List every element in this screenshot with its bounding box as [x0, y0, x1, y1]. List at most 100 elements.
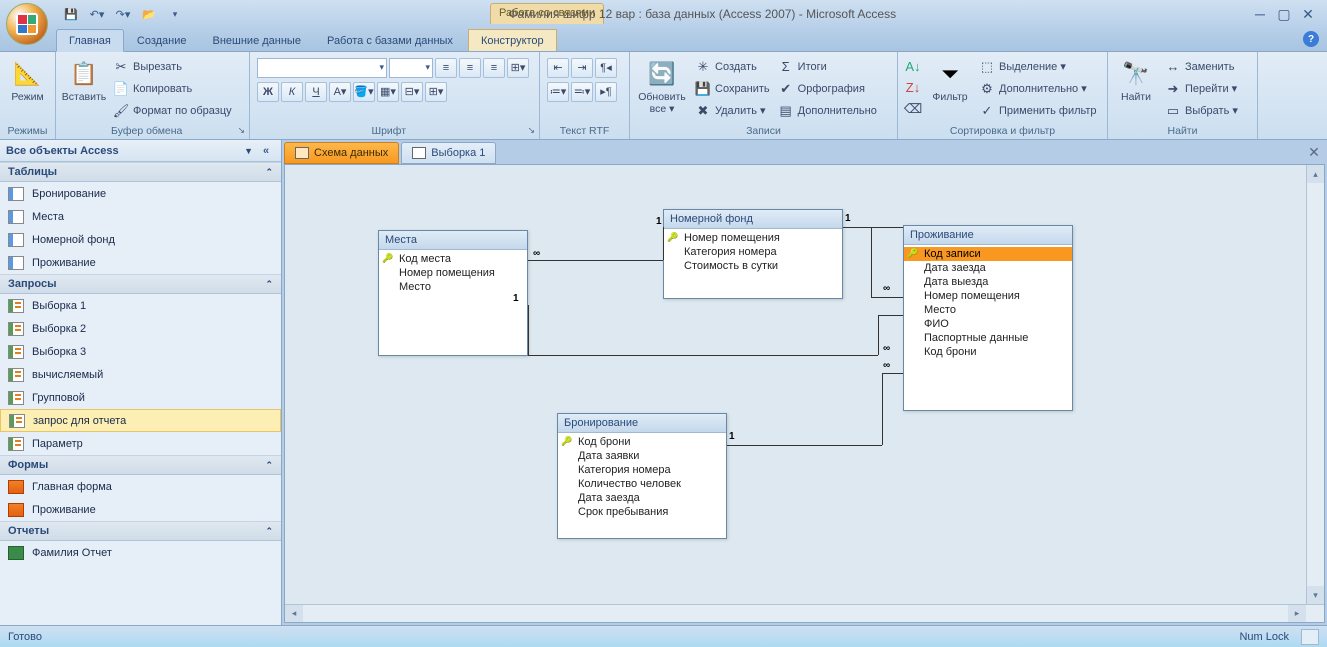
gridlines-button[interactable]: ⊞▾: [507, 58, 529, 78]
nav-item[interactable]: Бронирование: [0, 182, 281, 205]
table-field[interactable]: Дата заявки: [558, 449, 726, 463]
align-left-button[interactable]: ≡: [435, 58, 457, 78]
goto-button[interactable]: ➜Перейти ▾: [1162, 78, 1241, 99]
save-record-button[interactable]: 💾Сохранить: [692, 78, 773, 99]
horizontal-scrollbar[interactable]: [285, 604, 1324, 622]
bold-button[interactable]: Ж: [257, 82, 279, 102]
minimize-button[interactable]: ─: [1251, 6, 1269, 22]
nav-item[interactable]: Выборка 1: [0, 294, 281, 317]
help-icon[interactable]: ?: [1303, 31, 1319, 47]
table-title[interactable]: Номерной фонд: [664, 210, 842, 229]
undo-icon[interactable]: ↶▾: [86, 3, 108, 25]
clear-sort-button[interactable]: ⌫: [902, 98, 924, 119]
table-field[interactable]: Код брони: [558, 435, 726, 449]
nav-item[interactable]: запрос для отчета: [0, 409, 281, 432]
doc-tab-schema[interactable]: Схема данных: [284, 142, 399, 164]
nav-item[interactable]: Номерной фонд: [0, 228, 281, 251]
cut-button[interactable]: ✂Вырезать: [110, 56, 235, 77]
table-field[interactable]: Дата заезда: [558, 491, 726, 505]
table-field[interactable]: Паспортные данные: [904, 331, 1072, 345]
spelling-button[interactable]: ✔Орфография: [775, 78, 880, 99]
nav-item[interactable]: вычисляемый: [0, 363, 281, 386]
view-button[interactable]: 📐Режим: [4, 56, 51, 122]
open-icon[interactable]: 📂: [138, 3, 160, 25]
sort-asc-button[interactable]: A↓: [902, 56, 924, 77]
table-field[interactable]: Номер помещения: [904, 289, 1072, 303]
table-box[interactable]: Номерной фонд Номер помещенияКатегория но…: [663, 209, 843, 299]
nav-item[interactable]: Проживание: [0, 498, 281, 521]
indent-dec-button[interactable]: ⇤: [547, 58, 569, 78]
font-name-combo[interactable]: [257, 58, 387, 78]
sort-desc-button[interactable]: Z↓: [902, 77, 924, 98]
filter-button[interactable]: ⏷Фильтр: [926, 56, 974, 122]
vertical-scrollbar[interactable]: [1306, 165, 1324, 604]
nav-item[interactable]: Выборка 2: [0, 317, 281, 340]
close-button[interactable]: ✕: [1299, 6, 1317, 22]
table-field[interactable]: Категория номера: [664, 245, 842, 259]
table-title[interactable]: Проживание: [904, 226, 1072, 245]
align-center-button[interactable]: ≡: [459, 58, 481, 78]
table-box[interactable]: ПроживаниеКод записиДата заездаДата выез…: [903, 225, 1073, 411]
bullets-button[interactable]: ≔▾: [547, 82, 569, 102]
advanced-filter-button[interactable]: ⚙Дополнительно ▾: [976, 78, 1100, 99]
table-field[interactable]: Дата заезда: [904, 261, 1072, 275]
italic-button[interactable]: К: [281, 82, 303, 102]
numbering-button[interactable]: ≕▾: [571, 82, 593, 102]
find-button[interactable]: 🔭Найти: [1112, 56, 1160, 122]
grid-color-button[interactable]: ▦▾: [377, 82, 399, 102]
nav-item[interactable]: Проживание: [0, 251, 281, 274]
font-color-button[interactable]: A▾: [329, 82, 351, 102]
tab-external-data[interactable]: Внешние данные: [200, 29, 314, 51]
table-field[interactable]: Номер помещения: [379, 266, 527, 280]
more-button[interactable]: ▤Дополнительно: [775, 100, 880, 121]
save-icon[interactable]: 💾: [60, 3, 82, 25]
toggle-filter-button[interactable]: ✓Применить фильтр: [976, 100, 1100, 121]
table-field[interactable]: Код записи: [904, 247, 1072, 261]
tab-create[interactable]: Создание: [124, 29, 200, 51]
replace-button[interactable]: ↔Заменить: [1162, 56, 1241, 77]
table-field[interactable]: Стоимость в сутки: [664, 259, 842, 273]
border-button[interactable]: ⊞▾: [425, 82, 447, 102]
maximize-button[interactable]: ▢: [1275, 6, 1293, 22]
nav-item[interactable]: Главная форма: [0, 475, 281, 498]
delete-record-button[interactable]: ✖Удалить ▾: [692, 100, 773, 121]
table-field[interactable]: Категория номера: [558, 463, 726, 477]
table-title[interactable]: Места: [379, 231, 527, 250]
nav-item[interactable]: Места: [0, 205, 281, 228]
copy-button[interactable]: 📄Копировать: [110, 78, 235, 99]
redo-icon[interactable]: ↷▾: [112, 3, 134, 25]
nav-item[interactable]: Выборка 3: [0, 340, 281, 363]
refresh-button[interactable]: 🔄Обновить все ▾: [634, 56, 690, 122]
totals-button[interactable]: ΣИтоги: [775, 56, 880, 77]
table-field[interactable]: ФИО: [904, 317, 1072, 331]
new-record-button[interactable]: ✳Создать: [692, 56, 773, 77]
alt-row-button[interactable]: ⊟▾: [401, 82, 423, 102]
nav-item[interactable]: Фамилия Отчет: [0, 541, 281, 564]
nav-item[interactable]: Групповой: [0, 386, 281, 409]
indent-inc-button[interactable]: ⇥: [571, 58, 593, 78]
table-field[interactable]: Количество человек: [558, 477, 726, 491]
paste-button[interactable]: 📋Вставить: [60, 56, 108, 122]
nav-header[interactable]: Все объекты Access▼«: [0, 140, 281, 162]
relationship-canvas[interactable]: 1 ∞ 1 ∞ 1 ∞ 1 ∞ МестаКод местаНомер поме…: [284, 164, 1325, 623]
ltr-button[interactable]: ¶◂: [595, 58, 617, 78]
fill-color-button[interactable]: 🪣▾: [353, 82, 375, 102]
close-tab-button[interactable]: ✕: [1305, 143, 1323, 161]
tab-database-tools[interactable]: Работа с базами данных: [314, 29, 466, 51]
rtl-button[interactable]: ▸¶: [595, 82, 617, 102]
table-field[interactable]: Место: [904, 303, 1072, 317]
nav-group-query[interactable]: Запросы⌃: [0, 274, 281, 294]
table-field[interactable]: Место: [379, 280, 527, 294]
view-switcher[interactable]: [1301, 629, 1319, 645]
table-field[interactable]: Номер помещения: [664, 231, 842, 245]
nav-group-table[interactable]: Таблицы⌃: [0, 162, 281, 182]
underline-button[interactable]: Ч: [305, 82, 327, 102]
office-button[interactable]: [6, 3, 48, 45]
tab-home[interactable]: Главная: [56, 29, 124, 52]
nav-group-form[interactable]: Формы⌃: [0, 455, 281, 475]
font-size-combo[interactable]: [389, 58, 433, 78]
doc-tab-query[interactable]: Выборка 1: [401, 142, 496, 164]
collapse-pane-icon[interactable]: «: [257, 145, 275, 157]
nav-item[interactable]: Параметр: [0, 432, 281, 455]
table-box[interactable]: БронированиеКод брониДата заявкиКатегори…: [557, 413, 727, 539]
